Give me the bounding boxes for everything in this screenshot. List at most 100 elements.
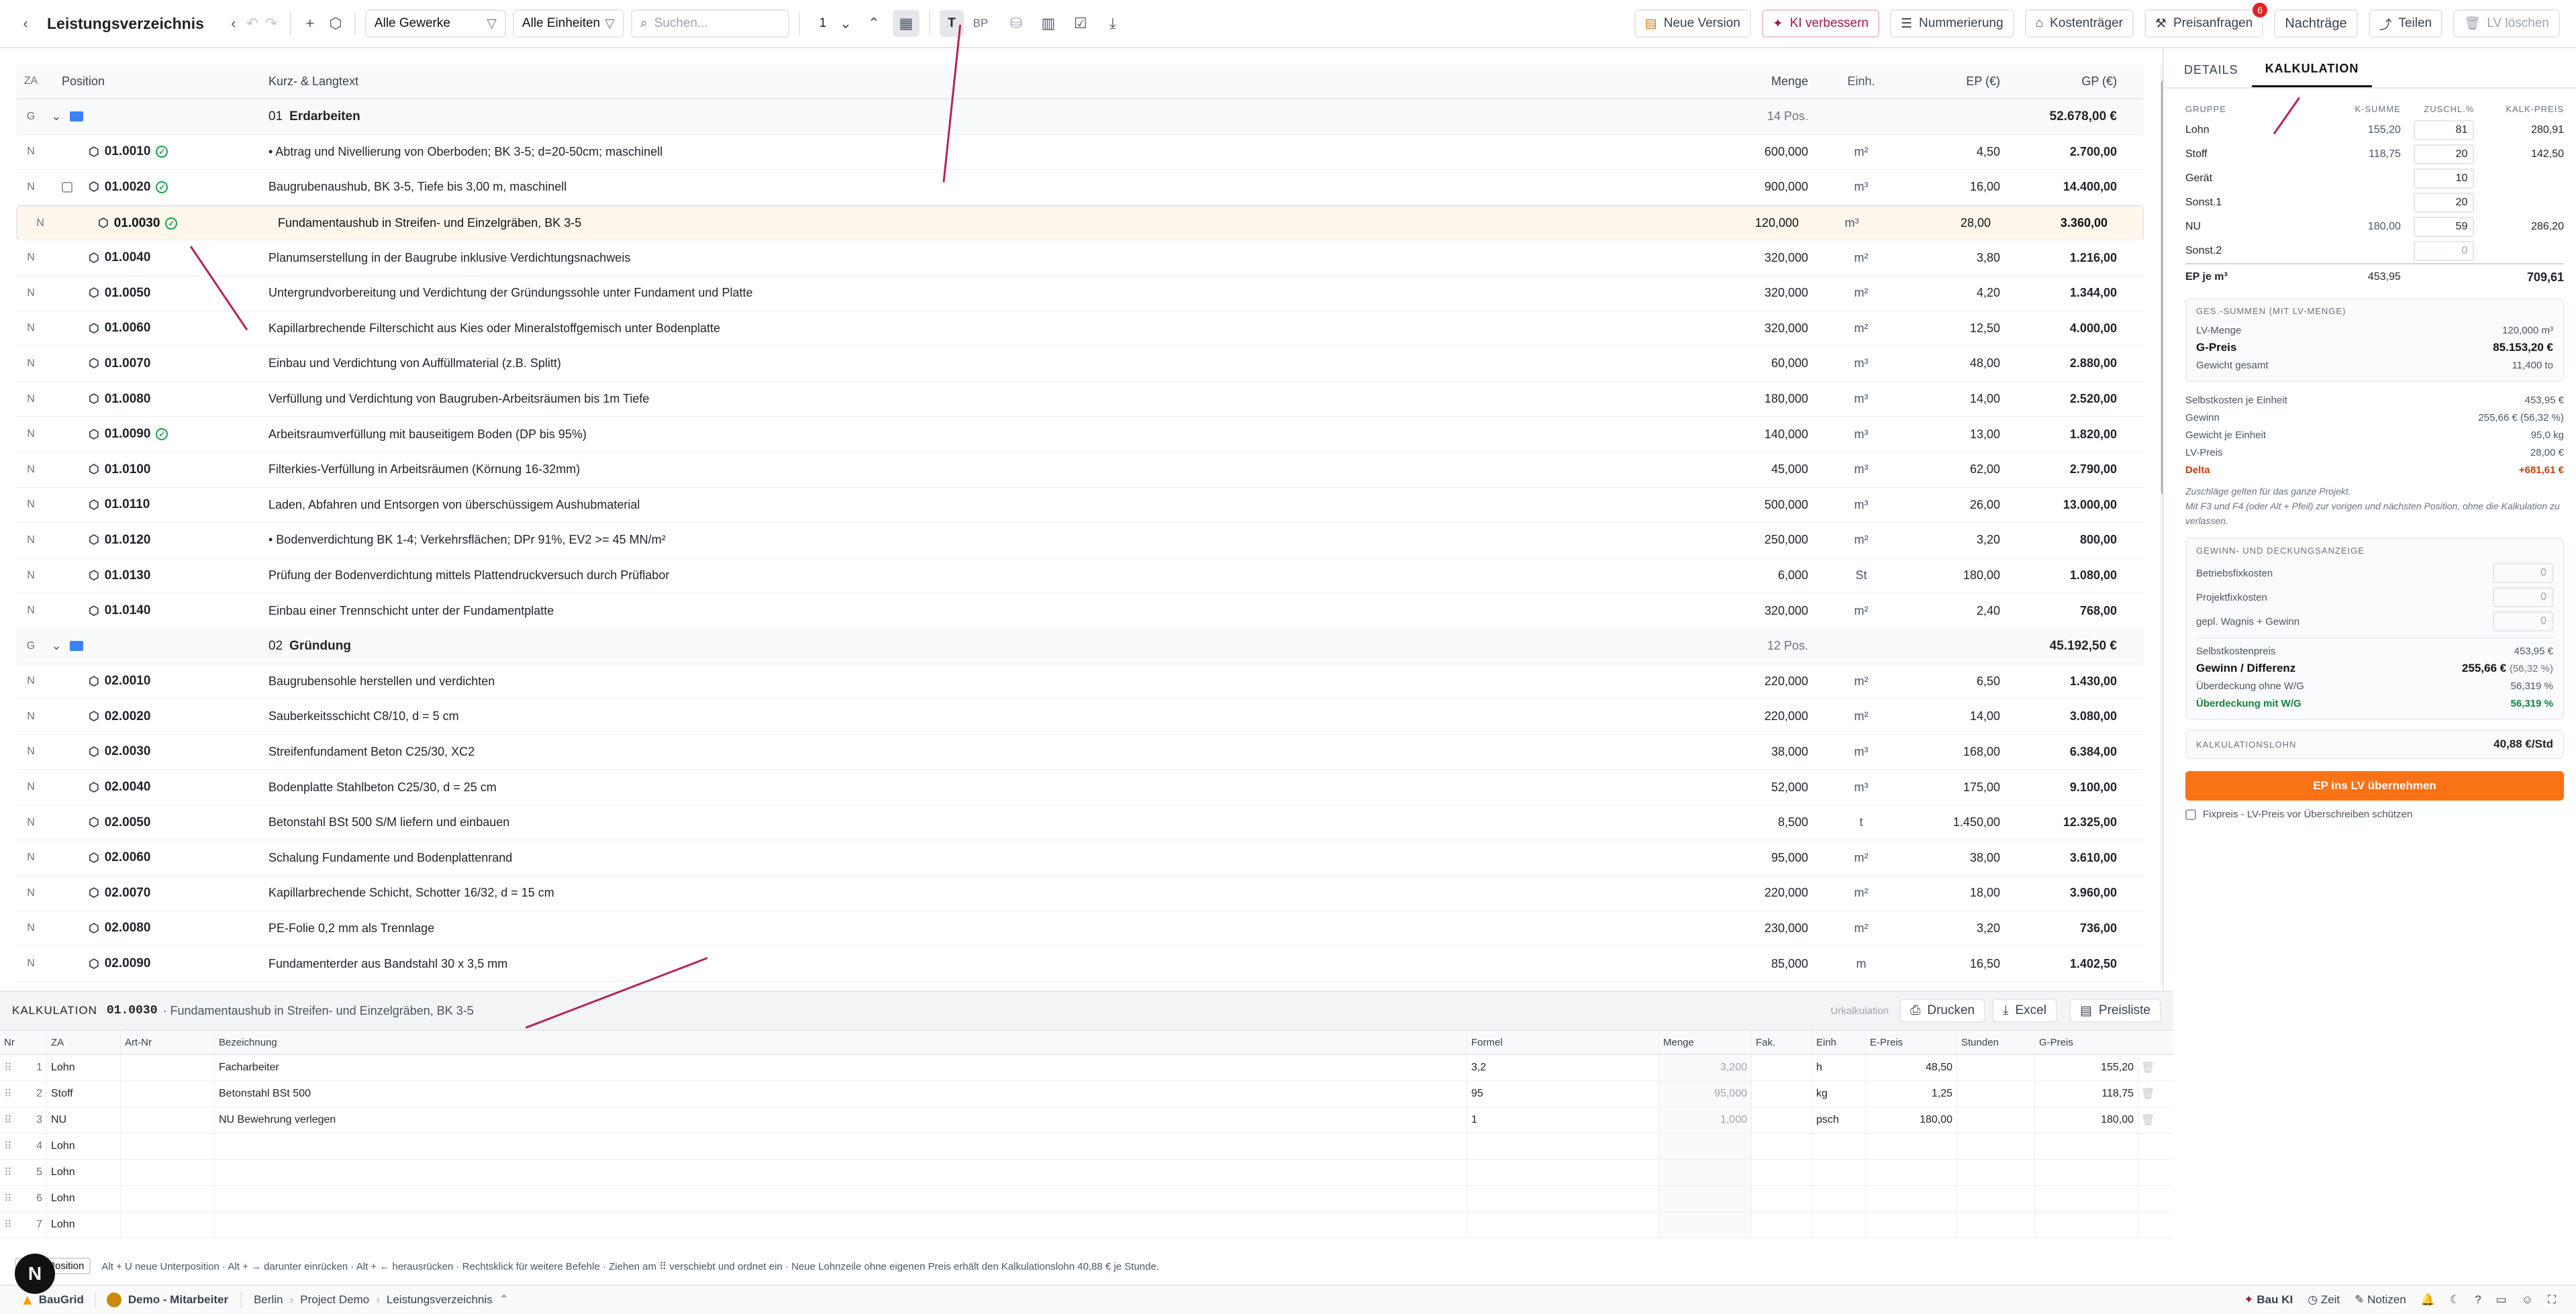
- einheiten-filter[interactable]: Alle Einheiten ▽: [512, 9, 624, 38]
- lohn-card[interactable]: KALKULATIONSLOHN 40,88 €/Std: [2185, 729, 2564, 759]
- row-position[interactable]: ⬡ 01.0030 ✓: [98, 216, 278, 231]
- undo-icon[interactable]: ↶: [243, 14, 262, 33]
- row-ep[interactable]: 168,00: [1898, 745, 2012, 759]
- row-position[interactable]: ⬡ 02.0030: [89, 744, 268, 759]
- drag-handle-icon[interactable]: ⠿: [4, 1192, 12, 1205]
- line-formel[interactable]: [1467, 1133, 1659, 1159]
- change-orders-button[interactable]: Nachträge: [2274, 9, 2358, 38]
- back-icon[interactable]: ‹: [16, 14, 35, 33]
- line-stunden[interactable]: [1957, 1107, 2035, 1133]
- drag-handle-icon[interactable]: ⠿: [4, 1061, 12, 1074]
- row-select[interactable]: [46, 181, 89, 193]
- row-einh[interactable]: m³: [1815, 216, 1889, 230]
- excel-button[interactable]: ⤓ Excel: [1992, 999, 2057, 1023]
- col-einh[interactable]: Einh.: [1824, 74, 1898, 89]
- columns-icon[interactable]: ▥: [1039, 14, 1058, 33]
- line-formel[interactable]: [1467, 1160, 1659, 1185]
- row-ep[interactable]: 3,20: [1898, 921, 2012, 936]
- row-ep[interactable]: 28,00: [1889, 216, 2003, 230]
- line-fak[interactable]: [1752, 1160, 1812, 1185]
- line-einh[interactable]: [1812, 1160, 1866, 1185]
- line-einh[interactable]: h: [1812, 1055, 1866, 1080]
- col-artnr[interactable]: Art-Nr: [121, 1031, 215, 1054]
- line-einh[interactable]: psch: [1812, 1107, 1866, 1133]
- row-position[interactable]: ⬡ 01.0040: [89, 250, 268, 265]
- row-einh[interactable]: m³: [1824, 462, 1898, 476]
- line-artnr[interactable]: [121, 1212, 215, 1237]
- row-menge[interactable]: 320,000: [1677, 321, 1824, 336]
- user-name[interactable]: Demo - Mitarbeiter: [128, 1293, 228, 1307]
- prev-icon[interactable]: ‹: [224, 14, 243, 33]
- line-epreis[interactable]: 180,00: [1866, 1107, 1957, 1133]
- row-ep[interactable]: 175,00: [1898, 780, 2012, 795]
- row-menge[interactable]: 6,000: [1677, 568, 1824, 583]
- row-ep[interactable]: 62,00: [1898, 462, 2012, 476]
- kalk-line[interactable]: ⠿ 6 Lohn: [0, 1186, 2173, 1212]
- row-position[interactable]: ⬡ 02.0070: [89, 886, 268, 901]
- line-fak[interactable]: [1752, 1186, 1812, 1211]
- table-row[interactable]: N ⬡ 01.0020 ✓ Baugrubenaushub, BK 3-5, Tiefe…: [16, 170, 2144, 205]
- row-einh[interactable]: m³: [1824, 780, 1898, 795]
- numbering-button[interactable]: ☰ Nummerierung: [1889, 9, 2014, 38]
- line-stunden[interactable]: [1957, 1186, 2035, 1211]
- row-menge[interactable]: 60,000: [1677, 356, 1824, 370]
- col-menge[interactable]: Menge: [1659, 1031, 1752, 1054]
- row-menge[interactable]: 250,000: [1677, 533, 1824, 547]
- row-menge[interactable]: 600,000: [1677, 145, 1824, 159]
- row-position[interactable]: ⬡ 01.0020 ✓: [89, 180, 268, 195]
- row-ep[interactable]: 16,50: [1898, 957, 2012, 971]
- col-einh[interactable]: Einh: [1812, 1031, 1866, 1054]
- col-fak[interactable]: Fak.: [1752, 1031, 1812, 1054]
- row-einh[interactable]: St: [1824, 568, 1898, 583]
- print-button[interactable]: ⎙ Drucken: [1899, 999, 1986, 1023]
- row-ep[interactable]: 4,50: [1898, 145, 2012, 159]
- line-formel[interactable]: 1: [1467, 1107, 1659, 1133]
- row-menge[interactable]: 900,000: [1677, 180, 1824, 194]
- row-einh[interactable]: m²: [1824, 674, 1898, 689]
- row-checkbox[interactable]: [62, 181, 72, 193]
- line-epreis[interactable]: 48,50: [1866, 1055, 1957, 1080]
- row-position[interactable]: ⬡ 01.0050: [89, 286, 268, 301]
- table-row[interactable]: N ⬡ 02.0020 Sauberkeitsschicht C8/10, d = 5…: [16, 699, 2144, 735]
- row-position[interactable]: ⬡ 01.0110: [89, 497, 268, 512]
- line-einh[interactable]: [1812, 1133, 1866, 1159]
- table-row[interactable]: N ⬡ 01.0050 Untergrundvorbereitung und Verd…: [16, 276, 2144, 311]
- row-einh[interactable]: m³: [1824, 427, 1898, 442]
- line-formel[interactable]: 3,2: [1467, 1055, 1659, 1080]
- calculator-icon[interactable]: ▦: [892, 10, 920, 37]
- row-menge[interactable]: 140,000: [1677, 427, 1824, 442]
- row-einh[interactable]: m³: [1824, 356, 1898, 370]
- row-einh[interactable]: m: [1824, 957, 1898, 971]
- col-za[interactable]: ZA: [16, 75, 46, 87]
- zuschlag-input[interactable]: 0: [2414, 241, 2475, 261]
- line-stunden[interactable]: [1957, 1212, 2035, 1237]
- row-menge[interactable]: 8,500: [1677, 815, 1824, 829]
- row-menge[interactable]: 320,000: [1677, 286, 1824, 300]
- row-position[interactable]: ⬡ 02.0060: [89, 850, 268, 865]
- line-formel[interactable]: [1467, 1186, 1659, 1211]
- line-stunden[interactable]: [1957, 1133, 2035, 1159]
- row-position[interactable]: ⬡ 01.0120: [89, 533, 268, 548]
- line-bezeichnung[interactable]: [215, 1133, 1467, 1159]
- line-fak[interactable]: [1752, 1081, 1812, 1107]
- row-menge[interactable]: 52,000: [1677, 780, 1824, 795]
- table-row[interactable]: N ⬡ 02.0070 Kapillarbrechende Schicht, Scho…: [16, 876, 2144, 911]
- table-row[interactable]: N ⬡ 01.0080 Verfüllung und Verdichtung von …: [16, 382, 2144, 417]
- row-einh[interactable]: m³: [1824, 745, 1898, 759]
- urkalk-label[interactable]: Urkalkulation: [1830, 1005, 1889, 1017]
- fixpreis-checkbox[interactable]: [2185, 809, 2196, 820]
- person-icon[interactable]: ☺: [2522, 1293, 2533, 1307]
- line-bezeichnung[interactable]: [215, 1160, 1467, 1185]
- row-position[interactable]: ⬡ 01.0080: [89, 392, 268, 407]
- col-gp[interactable]: GP (€): [2012, 74, 2144, 89]
- row-position[interactable]: ⬡ 01.0070: [89, 356, 268, 371]
- table-row[interactable]: N ⬡ 01.0090 ✓ Arbeitsraumverfüllung mit baus…: [16, 417, 2144, 452]
- drag-handle-icon[interactable]: ⠿: [4, 1087, 12, 1101]
- line-epreis[interactable]: [1866, 1212, 1957, 1237]
- drag-handle-icon[interactable]: ⠿: [4, 1113, 12, 1127]
- line-artnr[interactable]: [121, 1107, 215, 1133]
- line-artnr[interactable]: [121, 1160, 215, 1185]
- row-einh[interactable]: m²: [1824, 533, 1898, 547]
- help-icon[interactable]: ?: [2475, 1293, 2481, 1307]
- betrieb-input[interactable]: 0: [2493, 563, 2553, 583]
